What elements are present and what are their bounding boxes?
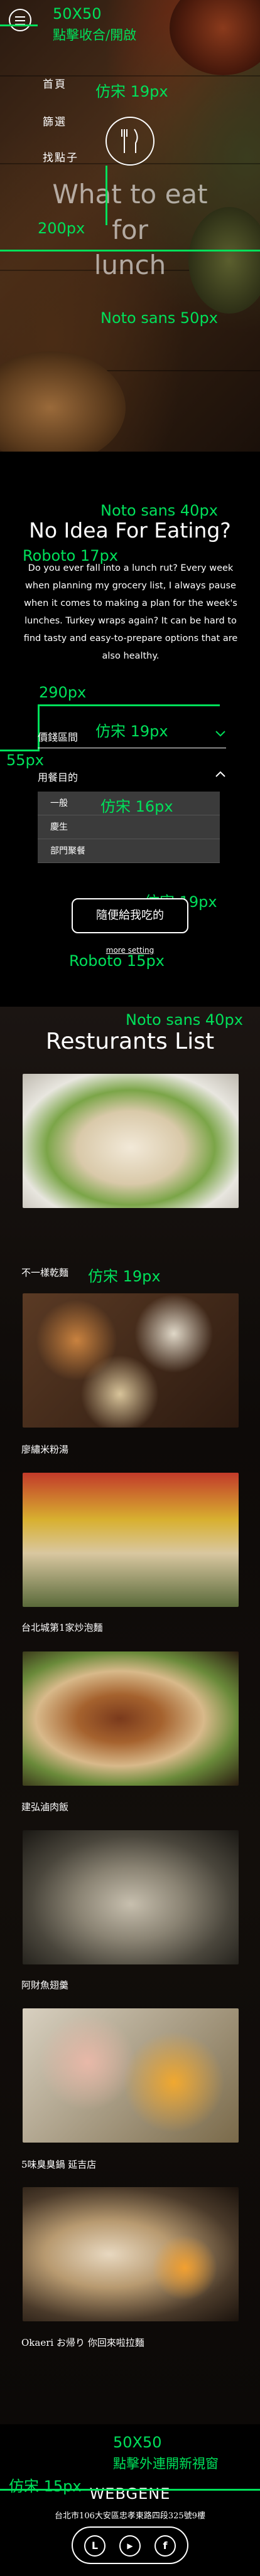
menu-toggle-button[interactable] bbox=[9, 9, 31, 31]
restaurant-photo-1[interactable] bbox=[23, 1074, 239, 1208]
nav-font-note: 仿宋 19px bbox=[95, 83, 168, 100]
select-font-note: 仿宋 19px bbox=[95, 723, 168, 740]
footer-brand: WEBGENE bbox=[89, 2485, 171, 2503]
hero-vertical-guide bbox=[106, 166, 107, 225]
nav-filter[interactable]: 篩選 bbox=[43, 113, 67, 129]
price-range-label: 價錢區間 bbox=[38, 731, 79, 743]
restaurant-name-4[interactable]: 建弘滷肉飯 bbox=[21, 1800, 68, 1813]
filter-left-note: 55px bbox=[6, 751, 44, 769]
restaurant-photo-6[interactable] bbox=[23, 2008, 239, 2143]
restaurant-photo-3[interactable] bbox=[23, 1473, 239, 1607]
restaurant-name-1[interactable]: 不一樣乾麵 bbox=[21, 1266, 68, 1279]
purpose-select[interactable]: 用餐目的 bbox=[38, 769, 226, 788]
restaurants-title: Resturants List bbox=[45, 1029, 215, 1054]
menu-toggle-note: 點擊收合/開啟 bbox=[53, 28, 137, 43]
menu-guide-line bbox=[0, 24, 38, 26]
chevron-down-icon bbox=[215, 730, 226, 740]
restaurant-photo-7[interactable] bbox=[23, 2187, 239, 2321]
footer-guide-line bbox=[0, 2489, 260, 2491]
menu-size-note: 50X50 bbox=[53, 5, 102, 23]
intro-title: No Idea For Eating? bbox=[29, 518, 231, 543]
hero-guide-line bbox=[0, 250, 260, 252]
hero-title-line-1: What to eat bbox=[52, 179, 208, 209]
chevron-up-icon bbox=[215, 770, 226, 780]
bread-image bbox=[0, 351, 126, 452]
nav-home[interactable]: 首頁 bbox=[43, 75, 67, 91]
purpose-label: 用餐目的 bbox=[38, 771, 79, 783]
facebook-icon[interactable]: f bbox=[154, 2535, 176, 2557]
purpose-option-department[interactable]: 部門聚餐 bbox=[38, 839, 220, 863]
line-icon[interactable]: L bbox=[84, 2535, 106, 2557]
options-font-note: 仿宋 16px bbox=[100, 798, 173, 815]
restaurant-name-7[interactable]: Okaeri お帰り 你回來啦拉麵 bbox=[21, 2336, 144, 2349]
hero-title-line-3: lunch bbox=[94, 250, 166, 280]
restaurant-name-3[interactable]: 台北城第1家炒泡麵 bbox=[21, 1621, 103, 1634]
dish-image bbox=[170, 0, 260, 75]
restaurant-name-2[interactable]: 廖繡米粉湯 bbox=[21, 1443, 68, 1456]
filter-width-guide bbox=[38, 704, 220, 706]
social-size-note: 50X50 bbox=[113, 2434, 162, 2451]
restaurant-name-5[interactable]: 阿財魚翅羹 bbox=[21, 1978, 68, 1991]
social-link-note: 點擊外連開新視窗 bbox=[113, 2456, 219, 2471]
restaurant-photo-5[interactable] bbox=[23, 1830, 239, 1964]
social-links: L ▶ f bbox=[72, 2526, 188, 2564]
filter-width-note: 290px bbox=[39, 684, 87, 701]
restaurant-photo-4[interactable] bbox=[23, 1651, 239, 1786]
intro-title-font-note: Noto sans 40px bbox=[100, 502, 218, 519]
purpose-option-birthday[interactable]: 慶生 bbox=[38, 815, 220, 839]
restaurants-title-font-note: Noto sans 40px bbox=[126, 1011, 243, 1029]
footer-address: 台北市106大安區忠孝東路四段325號9樓 bbox=[55, 2511, 205, 2521]
youtube-icon[interactable]: ▶ bbox=[119, 2535, 141, 2557]
restaurant-name-font-note: 仿宋 19px bbox=[88, 1268, 161, 1285]
nav-ideas[interactable]: 找點子 bbox=[43, 149, 79, 164]
spacing-note: 200px bbox=[38, 220, 85, 237]
logo-icon bbox=[106, 117, 154, 166]
restaurant-photo-2[interactable] bbox=[23, 1293, 239, 1428]
restaurant-name-6[interactable]: 5味臭臭鍋 延吉店 bbox=[21, 2158, 96, 2171]
more-font-note: Roboto 15px bbox=[69, 952, 165, 970]
random-pick-button[interactable]: 隨便給我吃的 bbox=[72, 898, 188, 933]
more-settings-link[interactable]: more setting bbox=[0, 946, 260, 955]
hero-font-note: Noto sans 50px bbox=[100, 309, 218, 327]
intro-paragraph: Do you ever fall into a lunch rut? Every… bbox=[23, 563, 238, 661]
